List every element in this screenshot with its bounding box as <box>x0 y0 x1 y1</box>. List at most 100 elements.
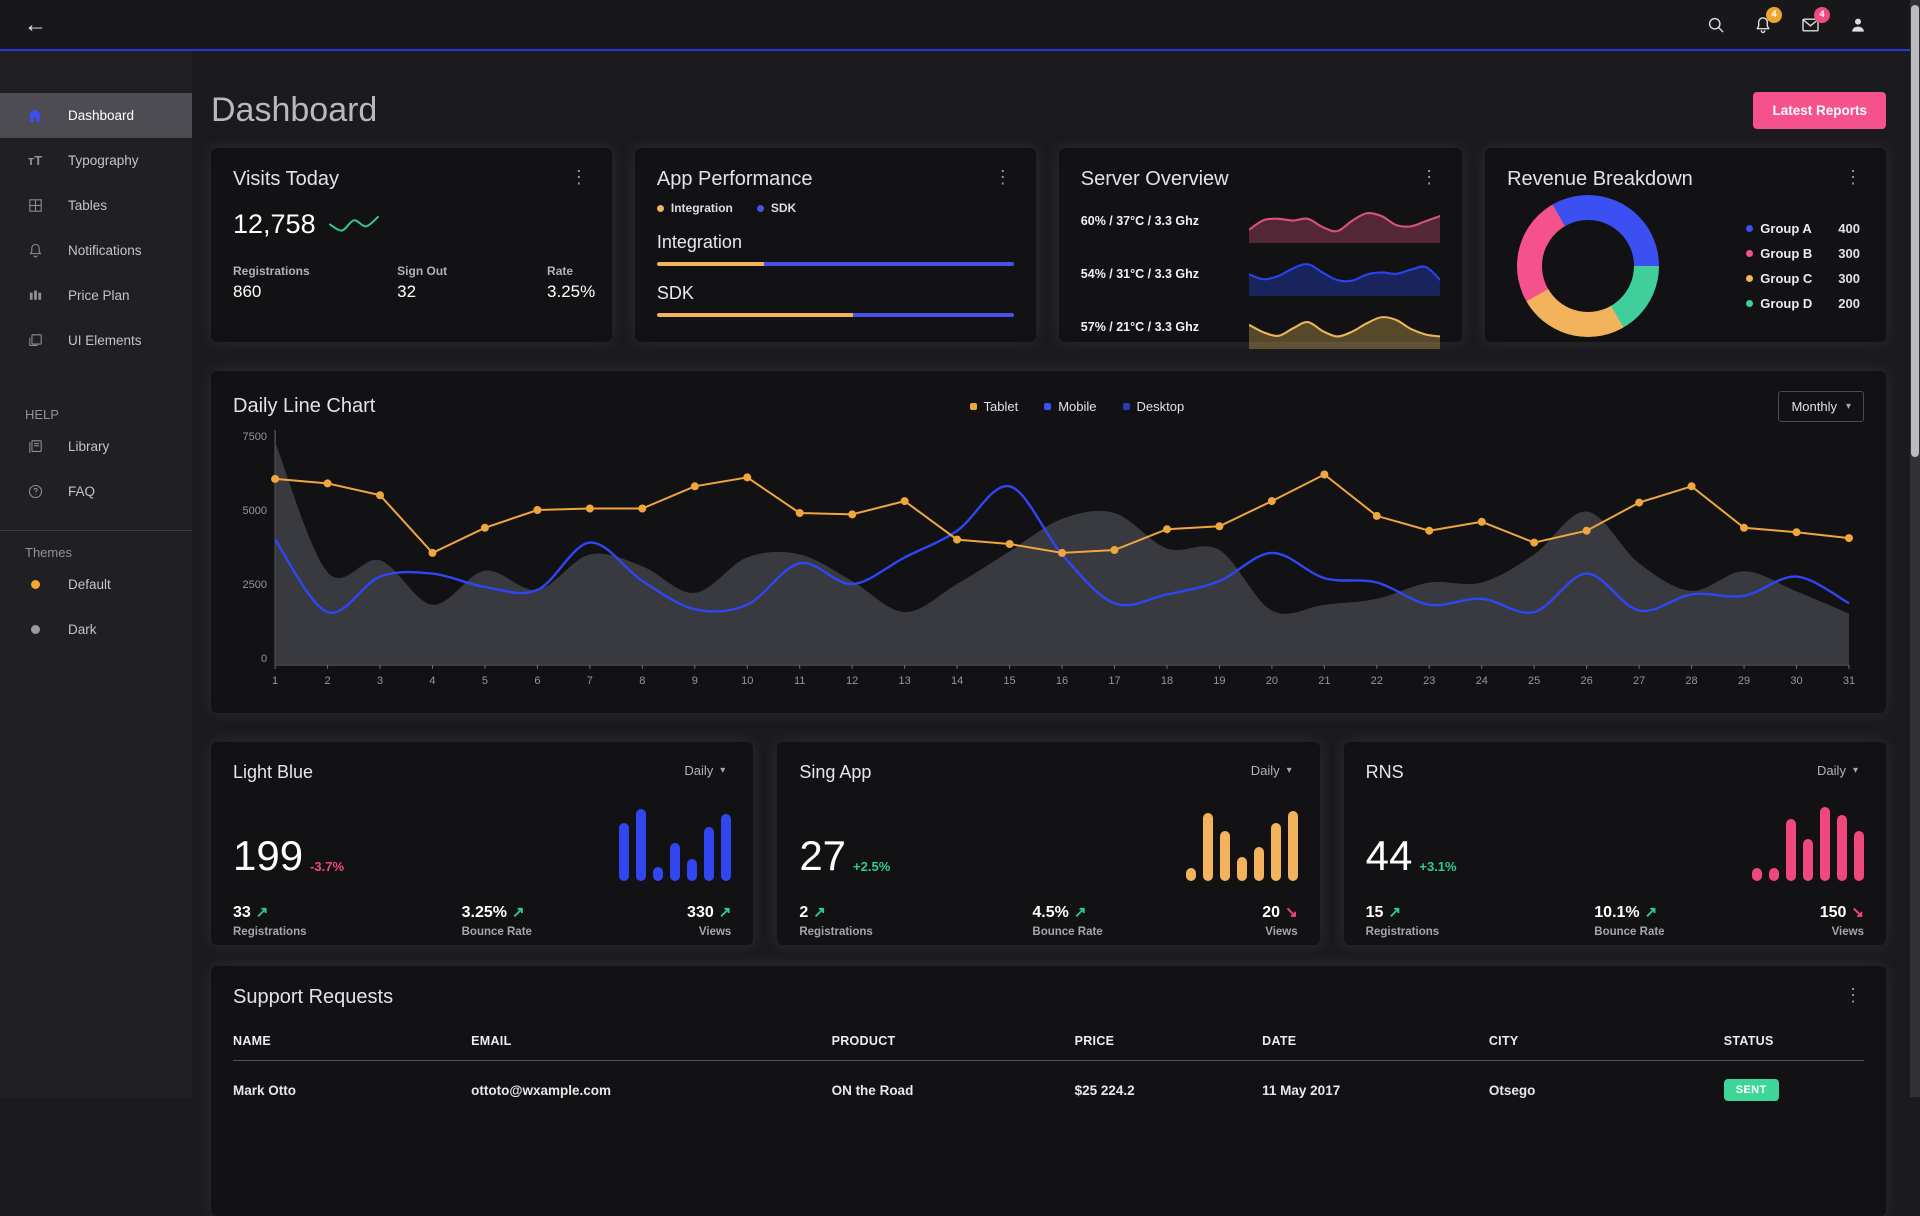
legend-item-integration[interactable]: Integration <box>657 201 733 215</box>
visits-stat: Rate 3.25% <box>547 264 590 302</box>
back-button[interactable]: ← <box>16 11 55 38</box>
search-icon <box>1706 15 1726 35</box>
table-header-row: NAME EMAIL PRODUCT PRICE DATE CITY STATU… <box>233 1021 1864 1061</box>
daily-line-chart-panel: Daily Line Chart Tablet Mobile Desktop M… <box>211 371 1886 713</box>
sidebar-item-label: Tables <box>68 198 107 213</box>
revenue-legend-item[interactable]: Group B 300 <box>1746 246 1860 261</box>
page-scrollbar[interactable] <box>1910 0 1920 1097</box>
book-icon <box>25 438 45 455</box>
scrollbar-thumb[interactable] <box>1911 5 1919 457</box>
column-header: DATE <box>1262 1021 1489 1061</box>
sidebar-item-library[interactable]: Library <box>0 424 192 469</box>
stat-cards-row: Light Blue Daily ▾ 199 -3.7% 33↗ Registr… <box>211 742 1886 945</box>
stat-views: 20↘ Views <box>1262 903 1297 938</box>
svg-text:14: 14 <box>951 675 963 687</box>
legend-dot <box>1746 300 1753 307</box>
svg-text:6: 6 <box>534 675 540 687</box>
server-metric-row: 54% / 31°C / 3.3 Ghz <box>1081 252 1440 296</box>
bell-outline-icon <box>25 242 45 259</box>
chart-legend-mobile[interactable]: Mobile <box>1044 399 1096 414</box>
sidebar-item-tables[interactable]: Tables <box>0 183 192 228</box>
sidebar-item-price-plan[interactable]: Price Plan <box>0 273 192 318</box>
page-title: Dashboard <box>211 91 377 130</box>
mini-bar-chart <box>1186 801 1298 881</box>
kpi-delta: +2.5% <box>853 859 890 874</box>
profile-button[interactable] <box>1848 15 1868 35</box>
sidebar-item-faq[interactable]: FAQ <box>0 469 192 514</box>
kebab-menu-icon[interactable]: ⋮ <box>568 168 590 186</box>
theme-option-default[interactable]: Default <box>0 562 192 607</box>
trend-up-icon: ↗ <box>256 904 269 921</box>
panel-title: Support Requests <box>233 986 393 1009</box>
table-grid-icon <box>25 197 45 214</box>
chart-legend-tablet[interactable]: Tablet <box>970 399 1019 414</box>
period-dropdown[interactable]: Daily ▾ <box>1811 762 1864 779</box>
legend-dot <box>1123 403 1130 410</box>
legend-dot <box>1746 250 1753 257</box>
sidebar: Dashboard тT Typography Tables Notificat… <box>0 51 192 1097</box>
back-arrow-icon: ← <box>24 11 47 37</box>
period-dropdown[interactable]: Daily ▾ <box>1245 762 1298 779</box>
revenue-legend-item[interactable]: Group D 200 <box>1746 296 1860 311</box>
layers-icon <box>25 332 45 349</box>
search-button[interactable] <box>1706 15 1726 35</box>
svg-text:23: 23 <box>1423 675 1435 687</box>
kebab-menu-icon[interactable]: ⋮ <box>992 168 1014 186</box>
topbar: ← 4 4 <box>0 0 1920 51</box>
revenue-breakdown-card: Revenue Breakdown ⋮ Group A 400 Group B … <box>1485 148 1886 342</box>
sidebar-item-ui-elements[interactable]: UI Elements <box>0 318 192 363</box>
kebab-menu-icon[interactable]: ⋮ <box>1418 168 1440 186</box>
visits-sparkline <box>328 213 380 237</box>
sidebar-item-notifications[interactable]: Notifications <box>0 228 192 273</box>
kebab-menu-icon[interactable]: ⋮ <box>1842 168 1864 186</box>
trend-down-icon: ↘ <box>1851 904 1864 921</box>
sidebar-item-label: Notifications <box>68 243 142 258</box>
svg-text:17: 17 <box>1108 675 1120 687</box>
period-dropdown[interactable]: Daily ▾ <box>678 762 731 779</box>
chart-legend-desktop[interactable]: Desktop <box>1123 399 1185 414</box>
notifications-button[interactable]: 4 <box>1753 15 1773 35</box>
svg-text:18: 18 <box>1161 675 1173 687</box>
visits-stat: Registrations 860 <box>233 264 397 302</box>
svg-text:10: 10 <box>741 675 753 687</box>
theme-label: Default <box>68 577 111 592</box>
kebab-menu-icon[interactable]: ⋮ <box>1842 986 1864 1004</box>
chevron-down-icon: ▾ <box>1853 765 1858 776</box>
latest-reports-button[interactable]: Latest Reports <box>1753 92 1886 129</box>
visits-today-card: Visits Today ⋮ 12,758 Registrations 860 … <box>211 148 612 342</box>
column-header: NAME <box>233 1021 471 1061</box>
support-requests-panel: Support Requests ⋮ NAME EMAIL PRODUCT PR… <box>211 966 1886 1216</box>
revenue-legend-item[interactable]: Group A 400 <box>1746 221 1860 236</box>
progress-bar-integration <box>657 262 1014 266</box>
progress-label: SDK <box>657 283 1014 304</box>
server-sparkline <box>1249 305 1440 349</box>
theme-label: Dark <box>68 622 97 637</box>
svg-text:5000: 5000 <box>243 505 268 517</box>
legend-item-sdk[interactable]: SDK <box>757 201 796 215</box>
user-icon <box>1848 15 1868 35</box>
theme-option-dark[interactable]: Dark <box>0 607 192 652</box>
messages-button[interactable]: 4 <box>1800 15 1821 35</box>
stat-registrations: 15↗ Registrations <box>1366 903 1440 938</box>
card-title: App Performance <box>657 168 813 191</box>
column-header: PRICE <box>1075 1021 1263 1061</box>
visits-value: 12,758 <box>233 209 316 240</box>
stat-bounce-rate: 10.1%↗ Bounce Rate <box>1594 903 1664 938</box>
sidebar-item-label: UI Elements <box>68 333 142 348</box>
svg-text:11: 11 <box>794 675 805 687</box>
table-row[interactable]: Mark Otto ottoto@wxample.com ON the Road… <box>233 1061 1864 1120</box>
sidebar-item-typography[interactable]: тT Typography <box>0 138 192 183</box>
legend-dot <box>1746 275 1753 282</box>
question-circle-icon <box>25 483 45 500</box>
chart-period-dropdown[interactable]: Monthly ▾ <box>1778 391 1864 422</box>
light-blue-card: Light Blue Daily ▾ 199 -3.7% 33↗ Registr… <box>211 742 753 945</box>
svg-text:15: 15 <box>1003 675 1015 687</box>
stat-bounce-rate: 4.5%↗ Bounce Rate <box>1032 903 1102 938</box>
stat-views: 150↘ Views <box>1820 903 1864 938</box>
server-metric-row: 60% / 37°C / 3.3 Ghz <box>1081 199 1440 243</box>
legend-dot <box>1044 403 1051 410</box>
revenue-legend-item[interactable]: Group C 300 <box>1746 271 1860 286</box>
sidebar-item-dashboard[interactable]: Dashboard <box>0 93 192 138</box>
themes-section-label: Themes <box>0 545 192 560</box>
cell-product: ON the Road <box>832 1061 1075 1120</box>
